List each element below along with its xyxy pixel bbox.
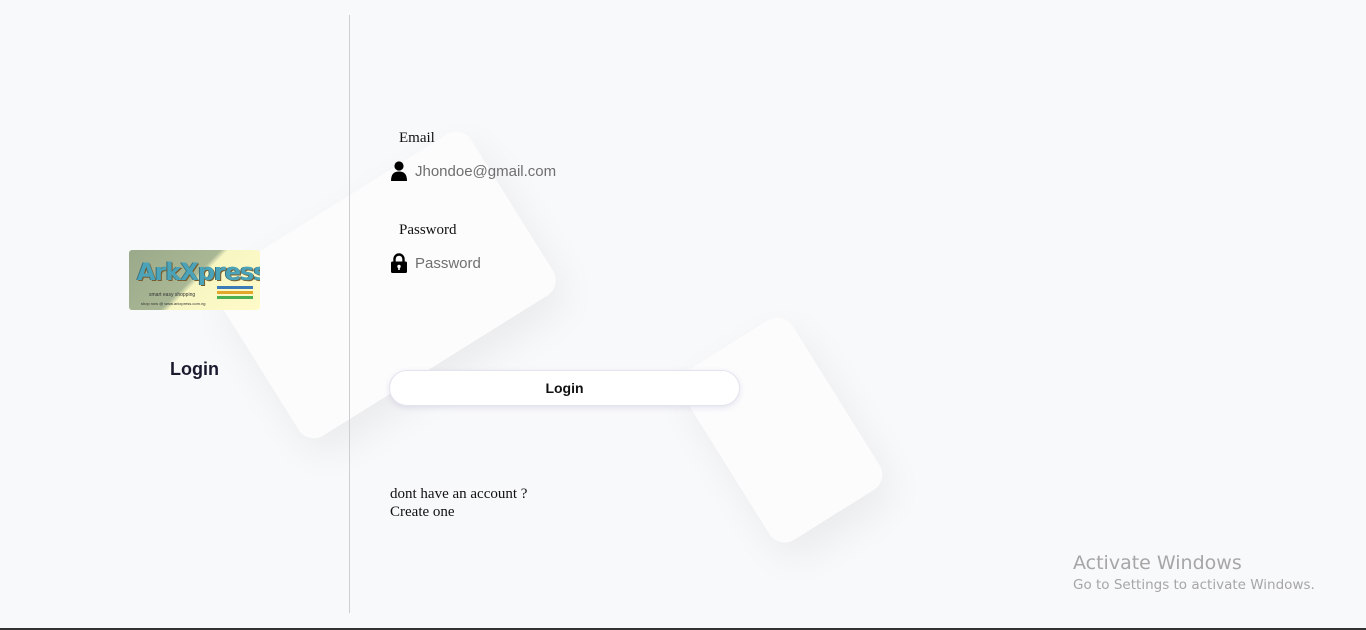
logo-stripes: [217, 286, 253, 301]
decorative-shape: [672, 310, 890, 550]
vertical-divider: [349, 15, 350, 613]
email-field-row: [390, 159, 730, 183]
email-input[interactable]: [415, 162, 715, 180]
create-account-link[interactable]: Create one: [390, 503, 527, 521]
login-button[interactable]: Login: [389, 370, 740, 406]
logo-wordmark: ArkXpress: [137, 258, 260, 286]
activate-windows-watermark: Activate Windows Go to Settings to activ…: [1073, 552, 1315, 593]
password-input[interactable]: [415, 254, 715, 272]
signup-section: dont have an account ? Create one: [390, 485, 527, 521]
lock-icon: [391, 253, 407, 273]
watermark-subtitle: Go to Settings to activate Windows.: [1073, 577, 1315, 593]
login-page: ArkXpress smart easy shopping shop now @…: [0, 0, 1366, 630]
email-label: Email: [399, 130, 435, 146]
page-title: Login: [170, 359, 219, 379]
logo-tagline: smart easy shopping: [149, 292, 196, 298]
watermark-title: Activate Windows: [1073, 552, 1242, 574]
password-field-row: [390, 251, 730, 275]
password-label: Password: [399, 222, 457, 238]
user-icon: [391, 161, 407, 181]
signup-prompt: dont have an account ?: [390, 486, 528, 502]
arkxpress-logo: ArkXpress smart easy shopping shop now @…: [129, 250, 260, 310]
logo-url: shop now @ www.arkxpress.com.ng: [141, 301, 206, 306]
